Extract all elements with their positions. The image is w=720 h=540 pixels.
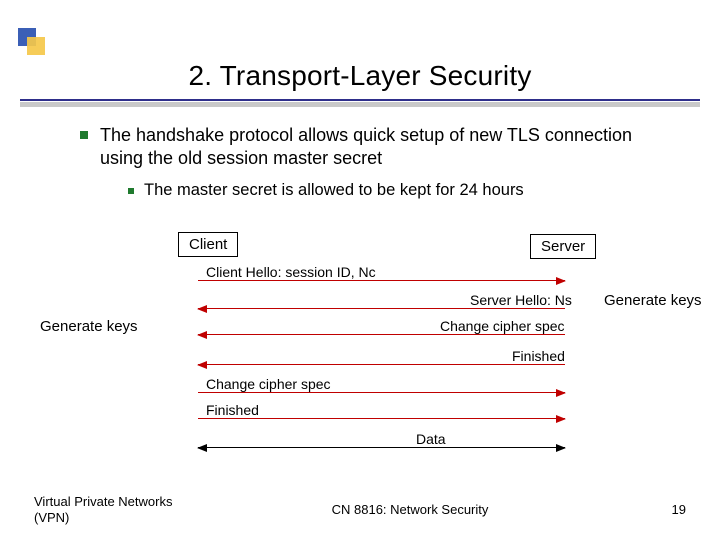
arrow-finished-2 <box>198 418 565 419</box>
arrow-change-cipher-1 <box>198 334 565 335</box>
arrow-client-hello <box>198 280 565 281</box>
bullet-level1: The handshake protocol allows quick setu… <box>80 124 700 171</box>
arrow-change-cipher-2 <box>198 392 565 393</box>
footer-center: CN 8816: Network Security <box>174 502 646 517</box>
client-box: Client <box>178 232 238 257</box>
footer-left: Virtual Private Networks (VPN) <box>34 494 174 527</box>
generate-keys-left: Generate keys <box>40 318 138 335</box>
title-underline-shadow <box>20 102 700 107</box>
bullet-level1-text: The handshake protocol allows quick setu… <box>100 124 660 171</box>
bullet-level2-text: The master secret is allowed to be kept … <box>144 181 524 200</box>
generate-keys-right: Generate keys <box>604 292 702 309</box>
label-client-hello: Client Hello: session ID, Nc <box>206 264 376 280</box>
arrow-data-left <box>198 447 565 448</box>
bullet-icon <box>128 188 134 194</box>
label-server-hello: Server Hello: Ns <box>470 292 572 308</box>
slide-title: 2. Transport-Layer Security <box>0 60 720 92</box>
label-change-cipher-2: Change cipher spec <box>206 376 331 392</box>
label-data: Data <box>416 431 446 447</box>
bullet-level2: The master secret is allowed to be kept … <box>128 181 700 200</box>
page-number: 19 <box>646 502 686 517</box>
slide-footer: Virtual Private Networks (VPN) CN 8816: … <box>0 494 720 527</box>
label-change-cipher-1: Change cipher spec <box>440 318 565 334</box>
label-finished-1: Finished <box>512 348 565 364</box>
arrow-finished-1 <box>198 364 565 365</box>
slide-logo <box>18 28 46 56</box>
content-area: The handshake protocol allows quick setu… <box>80 124 700 200</box>
sequence-diagram: Client Server Generate keys Generate key… <box>0 232 720 482</box>
label-finished-2: Finished <box>206 402 259 418</box>
title-underline <box>20 99 700 101</box>
bullet-icon <box>80 131 88 139</box>
server-box: Server <box>530 234 596 259</box>
logo-square-yellow <box>27 37 45 55</box>
arrow-server-hello <box>198 308 565 309</box>
